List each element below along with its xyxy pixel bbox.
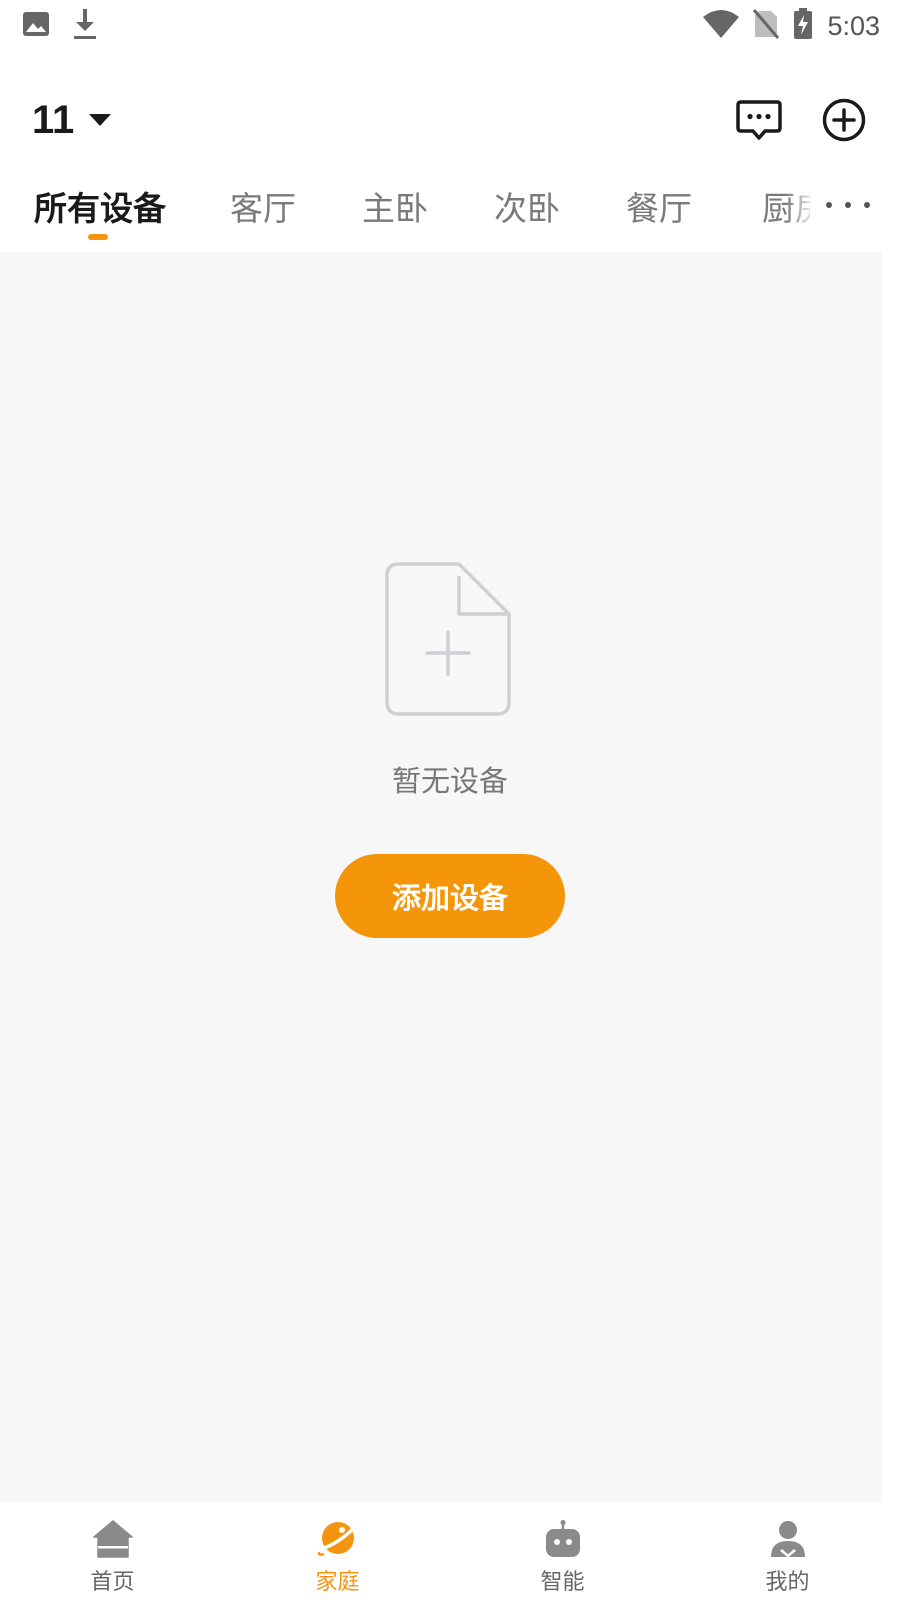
nav-label-family: 家庭 (315, 1570, 360, 1595)
device-list-area: 暂无设备 添加设备 (0, 252, 882, 1502)
tab-second-bedroom[interactable]: 次卧 (494, 182, 560, 230)
add-circle-icon[interactable] (822, 98, 866, 142)
add-file-icon (385, 562, 511, 720)
empty-state: 暂无设备 添加设备 (0, 252, 882, 1502)
tab-living-room[interactable]: 客厅 (230, 182, 296, 230)
download-icon (72, 8, 98, 44)
home-switcher[interactable]: 11 (32, 98, 112, 143)
image-icon (22, 10, 50, 42)
header-actions (696, 98, 866, 142)
tab-fade (786, 168, 816, 250)
home-name: 11 (32, 97, 75, 142)
dropdown-caret-icon (88, 112, 112, 131)
nav-label-home: 首页 (90, 1570, 135, 1595)
tab-master-bedroom[interactable]: 主卧 (362, 182, 428, 230)
home-screen: 5:03 11 所有设备 客厅 主卧 次卧 餐厅 暂无设备 添加设备 首页 家庭… (0, 0, 900, 1600)
status-left (22, 8, 120, 44)
user-icon (770, 1518, 806, 1558)
active-tab-indicator (88, 234, 108, 240)
tab-all-devices[interactable]: 所有设备 (34, 182, 166, 230)
add-device-button[interactable]: 添加设备 (335, 854, 565, 938)
battery-charging-icon (793, 8, 813, 44)
message-icon[interactable] (736, 99, 782, 141)
empty-message: 暂无设备 (391, 764, 508, 798)
tab-track: 所有设备 客厅 主卧 次卧 餐厅 厨房 (34, 168, 810, 250)
nav-family[interactable]: 家庭 (225, 1502, 450, 1600)
no-sim-icon (753, 9, 780, 43)
nav-mine[interactable]: 我的 (675, 1502, 900, 1600)
nav-label-mine: 我的 (765, 1570, 810, 1595)
home-icon (92, 1518, 133, 1558)
wifi-icon (703, 9, 740, 43)
nav-home[interactable]: 首页 (0, 1502, 225, 1600)
robot-icon (544, 1518, 582, 1558)
status-time: 5:03 (827, 10, 880, 41)
nav-label-smart: 智能 (540, 1570, 585, 1595)
planet-icon (317, 1518, 358, 1558)
status-bar: 5:03 (0, 0, 900, 52)
more-dots-icon[interactable] (826, 190, 870, 220)
header: 11 (0, 80, 900, 160)
nav-smart[interactable]: 智能 (450, 1502, 675, 1600)
bottom-nav: 首页 家庭 智能 我的 (0, 1502, 900, 1600)
status-right: 5:03 (689, 8, 880, 44)
room-tabs: 所有设备 客厅 主卧 次卧 餐厅 厨房 (0, 168, 900, 250)
tab-dining-room[interactable]: 餐厅 (626, 182, 692, 230)
